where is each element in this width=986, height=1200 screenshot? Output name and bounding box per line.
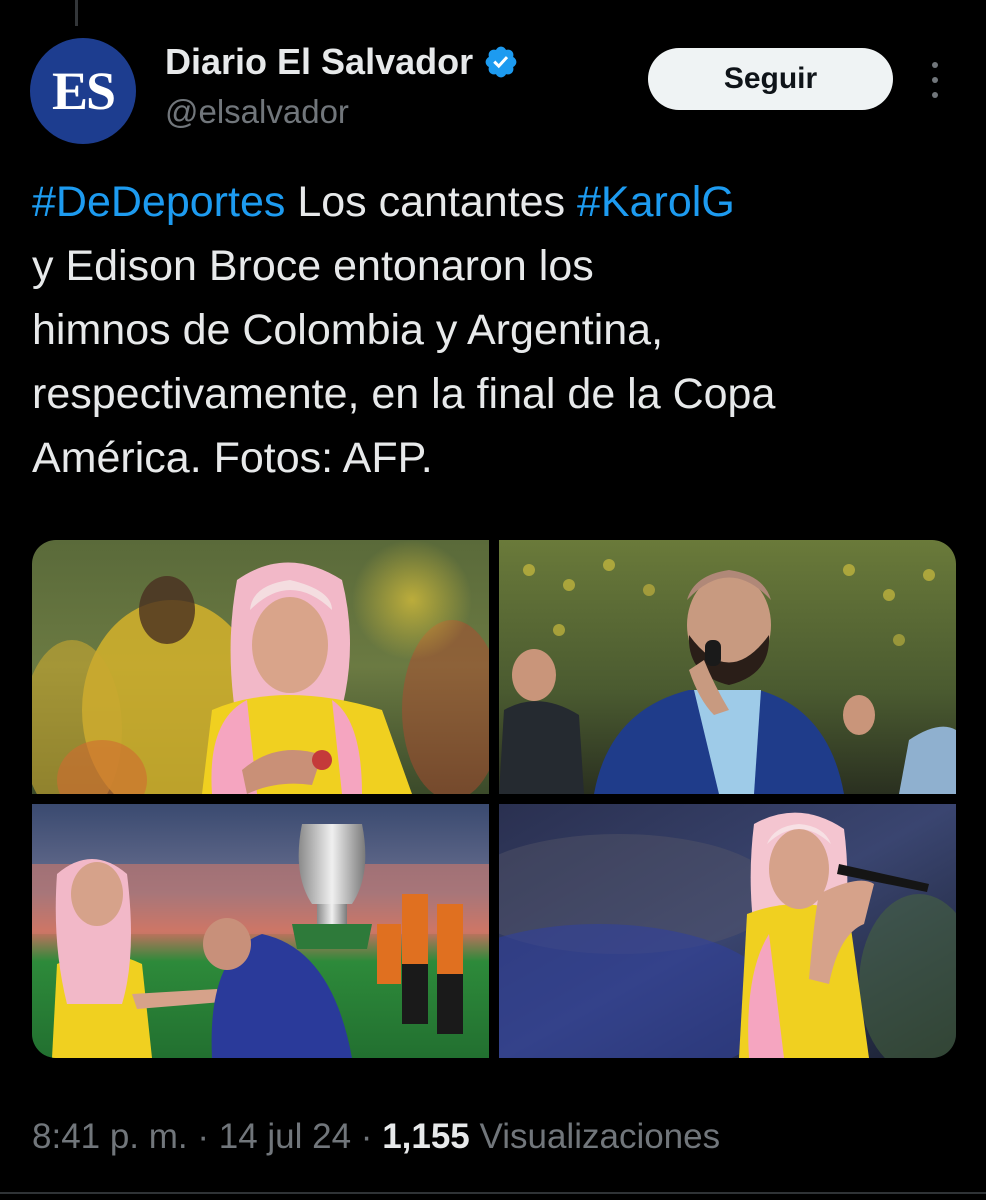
photo-edison-broce-singing[interactable] xyxy=(499,540,956,794)
meta-separator: · xyxy=(187,1117,219,1156)
avatar[interactable]: ES xyxy=(30,38,136,144)
follow-button[interactable]: Seguir xyxy=(648,48,893,110)
avatar-logo-text: ES xyxy=(51,61,116,121)
media-grid xyxy=(32,540,956,1058)
tweet-text-segment: y Edison Broce entonaron los himnos de C… xyxy=(32,242,776,482)
tweet-meta: 8:41 p. m. · 14 jul 24 · 1,155 Visualiza… xyxy=(32,1112,720,1162)
views-count: 1,155 xyxy=(382,1117,470,1156)
tweet-text-segment: Los cantantes xyxy=(285,178,578,226)
hashtag-karolg[interactable]: #KarolG xyxy=(577,178,735,226)
photo-trophy-greeting[interactable] xyxy=(32,804,489,1058)
author-handle[interactable]: @elsalvador xyxy=(165,90,349,134)
more-vertical-icon[interactable] xyxy=(920,62,950,98)
divider xyxy=(0,1192,986,1194)
meta-separator: · xyxy=(351,1117,383,1156)
tweet-text: #DeDeportes Los cantantes #KarolG y Edis… xyxy=(32,170,962,490)
tweet-date[interactable]: 14 jul 24 xyxy=(219,1117,351,1156)
more-dot xyxy=(932,62,938,68)
more-dot xyxy=(932,92,938,98)
more-dot xyxy=(932,77,938,83)
author-display-name[interactable]: Diario El Salvador xyxy=(165,38,473,86)
photo-karol-g-hand-on-heart[interactable] xyxy=(32,540,489,794)
verified-badge-icon xyxy=(485,46,517,78)
hashtag-dedeportes[interactable]: #DeDeportes xyxy=(32,178,285,226)
author-display-name-row[interactable]: Diario El Salvador xyxy=(165,38,519,86)
tweet-time[interactable]: 8:41 p. m. xyxy=(32,1117,188,1156)
thread-connector-line xyxy=(75,0,78,26)
views-label: Visualizaciones xyxy=(469,1117,721,1156)
photo-karol-g-singing[interactable] xyxy=(499,804,956,1058)
